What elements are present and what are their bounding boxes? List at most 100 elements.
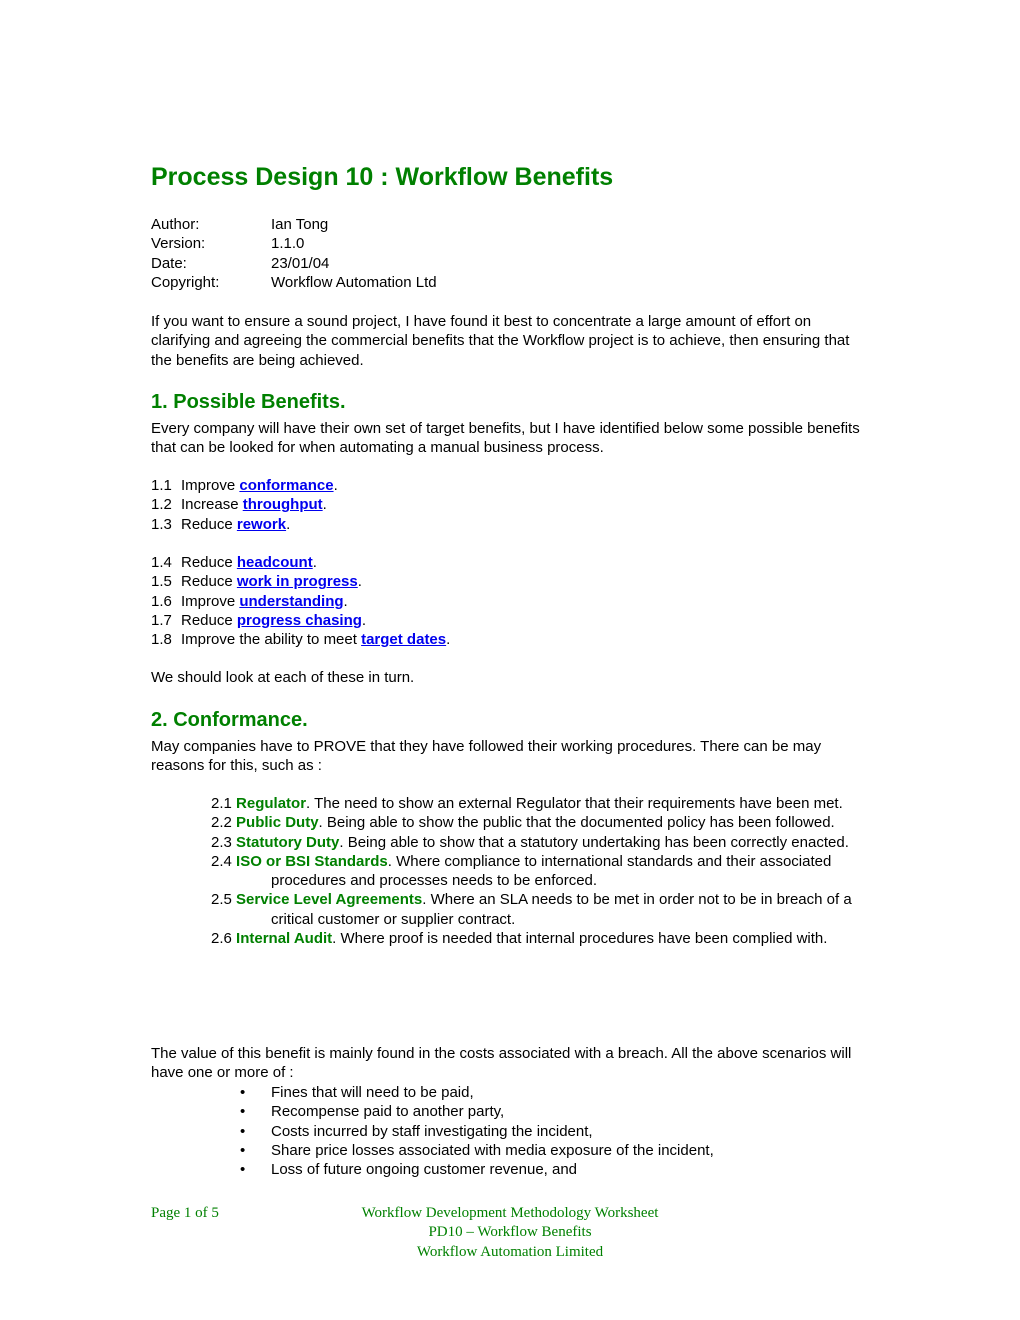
benefits-list: 1.1 Improve conformance. 1.2 Increase thro… <box>151 476 450 650</box>
reason-item: 2.5 Service Level Agreements. Where an S… <box>211 890 861 929</box>
benefit-suffix: . <box>357 573 362 591</box>
link-conformance[interactable]: conformance <box>239 477 333 494</box>
benefit-prefix: Reduce <box>181 573 237 591</box>
benefit-number: 1.2 <box>151 496 172 514</box>
benefit-item: 1.5 Reduce work in progress. <box>151 572 450 591</box>
meta-date: Date: 23/01/04 <box>151 254 437 273</box>
reason-desc: . Where proof is needed that internal pr… <box>332 930 828 948</box>
benefit-suffix: . <box>333 477 338 494</box>
meta-author: Author: Ian Tong <box>151 215 437 234</box>
benefit-item: 1.7 Reduce progress chasing. <box>151 611 450 630</box>
bullet-text: Loss of future ongoing customer revenue,… <box>271 1161 578 1179</box>
section-2-text: May companies have to PROVE that they ha… <box>151 738 822 775</box>
benefit-number: 1.6 <box>151 592 172 610</box>
benefit-prefix: Improve <box>181 592 240 610</box>
bullet-text: Share price losses associated with media… <box>271 1141 714 1159</box>
benefit-item: 1.3 Reduce rework. <box>151 515 450 534</box>
benefit-suffix: . <box>322 496 327 514</box>
section-1-closing: We should look at each of these in turn. <box>151 669 415 686</box>
list-item: • Costs incurred by staff investigating t… <box>240 1122 714 1141</box>
document-meta: Author: Ian Tong Version: 1.1.0 Date: 23/01… <box>151 215 437 292</box>
benefit-prefix: Improve the ability to meet <box>181 631 362 649</box>
benefit-number: 1.5 <box>151 573 172 591</box>
reason-number: 2.4 <box>211 852 237 870</box>
reason-number: 2.1 <box>211 795 237 812</box>
link-rework[interactable]: rework <box>237 516 286 533</box>
reason-desc: . The need to show an external Regulator… <box>306 795 843 812</box>
footer-page-number: Page 1 of 5 <box>151 1205 219 1221</box>
link-throughput[interactable]: throughput <box>243 496 323 513</box>
meta-value: 23/01/04 <box>271 254 330 272</box>
value-paragraph: The value of this benefit is mainly foun… <box>151 1045 852 1082</box>
link-target-dates[interactable]: target dates <box>361 631 446 648</box>
link-headcount[interactable]: headcount <box>237 554 313 571</box>
reason-term: Public Duty <box>236 814 319 832</box>
bullet-text: Fines that will need to be paid, <box>271 1084 474 1101</box>
bullet-icon: • <box>240 1122 246 1140</box>
benefit-item: 1.6 Improve understanding. <box>151 592 450 611</box>
benefit-prefix: Increase <box>181 496 243 514</box>
reason-desc: . Being able to show that a statutory un… <box>339 833 849 851</box>
reason-item: 2.2 Public Duty. Being able to show the … <box>211 813 861 832</box>
list-item: • Loss of future ongoing customer revenue… <box>240 1160 714 1179</box>
benefit-prefix: Reduce <box>181 554 237 572</box>
section-2-heading: 2. Conformance. <box>151 709 308 731</box>
page-title: Process Design 10 : Workflow Benefits <box>151 163 614 191</box>
benefit-number: 1.8 <box>151 631 172 649</box>
meta-value: 1.1.0 <box>271 235 305 253</box>
link-work-in-progress[interactable]: work in progress <box>237 573 358 590</box>
meta-copyright: Copyright: Workflow Automation Ltd <box>151 273 437 292</box>
benefit-suffix: . <box>446 631 451 649</box>
meta-label: Author: <box>151 216 200 233</box>
benefit-item: 1.2 Increase throughput. <box>151 495 450 514</box>
benefit-prefix: Reduce <box>181 612 237 630</box>
reason-item: 2.4 ISO or BSI Standards. Where complian… <box>211 852 861 891</box>
reason-desc: . Being able to show the public that the… <box>318 814 835 832</box>
reason-term: Service Level Agreements <box>236 891 423 909</box>
meta-value: Workflow Automation Ltd <box>271 273 437 291</box>
benefit-suffix: . <box>286 515 291 533</box>
bullet-icon: • <box>240 1141 246 1159</box>
benefit-item: 1.4 Reduce headcount. <box>151 553 450 572</box>
benefit-number: 1.4 <box>151 554 172 572</box>
section-1-heading: 1. Possible Benefits. <box>151 391 346 413</box>
link-progress-chasing[interactable]: progress chasing <box>237 612 362 629</box>
meta-label: Version: <box>151 235 206 253</box>
footer-line-3: Workflow Automation Limited <box>416 1243 604 1260</box>
reason-item: 2.3 Statutory Duty. Being able to show t… <box>211 833 861 852</box>
bullet-text: Costs incurred by staff investigating th… <box>271 1122 593 1140</box>
benefit-number: 1.7 <box>151 612 172 630</box>
footer-info: Workflow Development Methodology Workshe… <box>310 1204 710 1262</box>
link-understanding[interactable]: understanding <box>239 593 343 610</box>
benefit-suffix: . <box>312 554 317 572</box>
benefit-prefix: Reduce <box>181 515 237 533</box>
benefit-prefix: Improve <box>181 477 240 494</box>
reason-term: Internal Audit <box>236 930 333 948</box>
reason-term: Regulator <box>236 795 307 812</box>
benefit-item: 1.1 Improve conformance. <box>151 476 450 495</box>
list-item: • Recompense paid to another party, <box>240 1102 714 1121</box>
footer-line-1: Workflow Development Methodology Workshe… <box>361 1205 659 1221</box>
meta-label: Date: <box>151 254 187 272</box>
meta-label: Copyright: <box>151 273 220 291</box>
bullet-icon: • <box>240 1084 246 1101</box>
meta-version: Version: 1.1.0 <box>151 234 437 253</box>
footer-line-2: PD10 – Workflow Benefits <box>428 1224 592 1241</box>
reason-item: 2.1 Regulator. The need to show an exter… <box>211 794 861 813</box>
benefit-suffix: . <box>361 612 367 630</box>
benefit-suffix: . <box>343 592 348 610</box>
bullet-icon: • <box>240 1161 246 1179</box>
bullet-text: Recompense paid to another party, <box>271 1103 505 1121</box>
bullet-icon: • <box>240 1103 246 1121</box>
reason-number: 2.2 <box>211 814 237 832</box>
benefit-number: 1.1 <box>151 477 172 494</box>
reason-term: Statutory Duty <box>236 833 340 851</box>
intro-paragraph: If you want to ensure a sound project, I… <box>151 313 850 369</box>
reason-number: 2.3 <box>211 833 237 851</box>
list-item: • Share price losses associated with medi… <box>240 1141 714 1160</box>
benefit-item: 1.8 Improve the ability to meet target da… <box>151 630 450 649</box>
section-1-text: Every company will have their own set of… <box>151 420 860 457</box>
list-item: • Fines that will need to be paid, <box>240 1083 714 1102</box>
reason-term: ISO or BSI Standards <box>236 852 388 870</box>
